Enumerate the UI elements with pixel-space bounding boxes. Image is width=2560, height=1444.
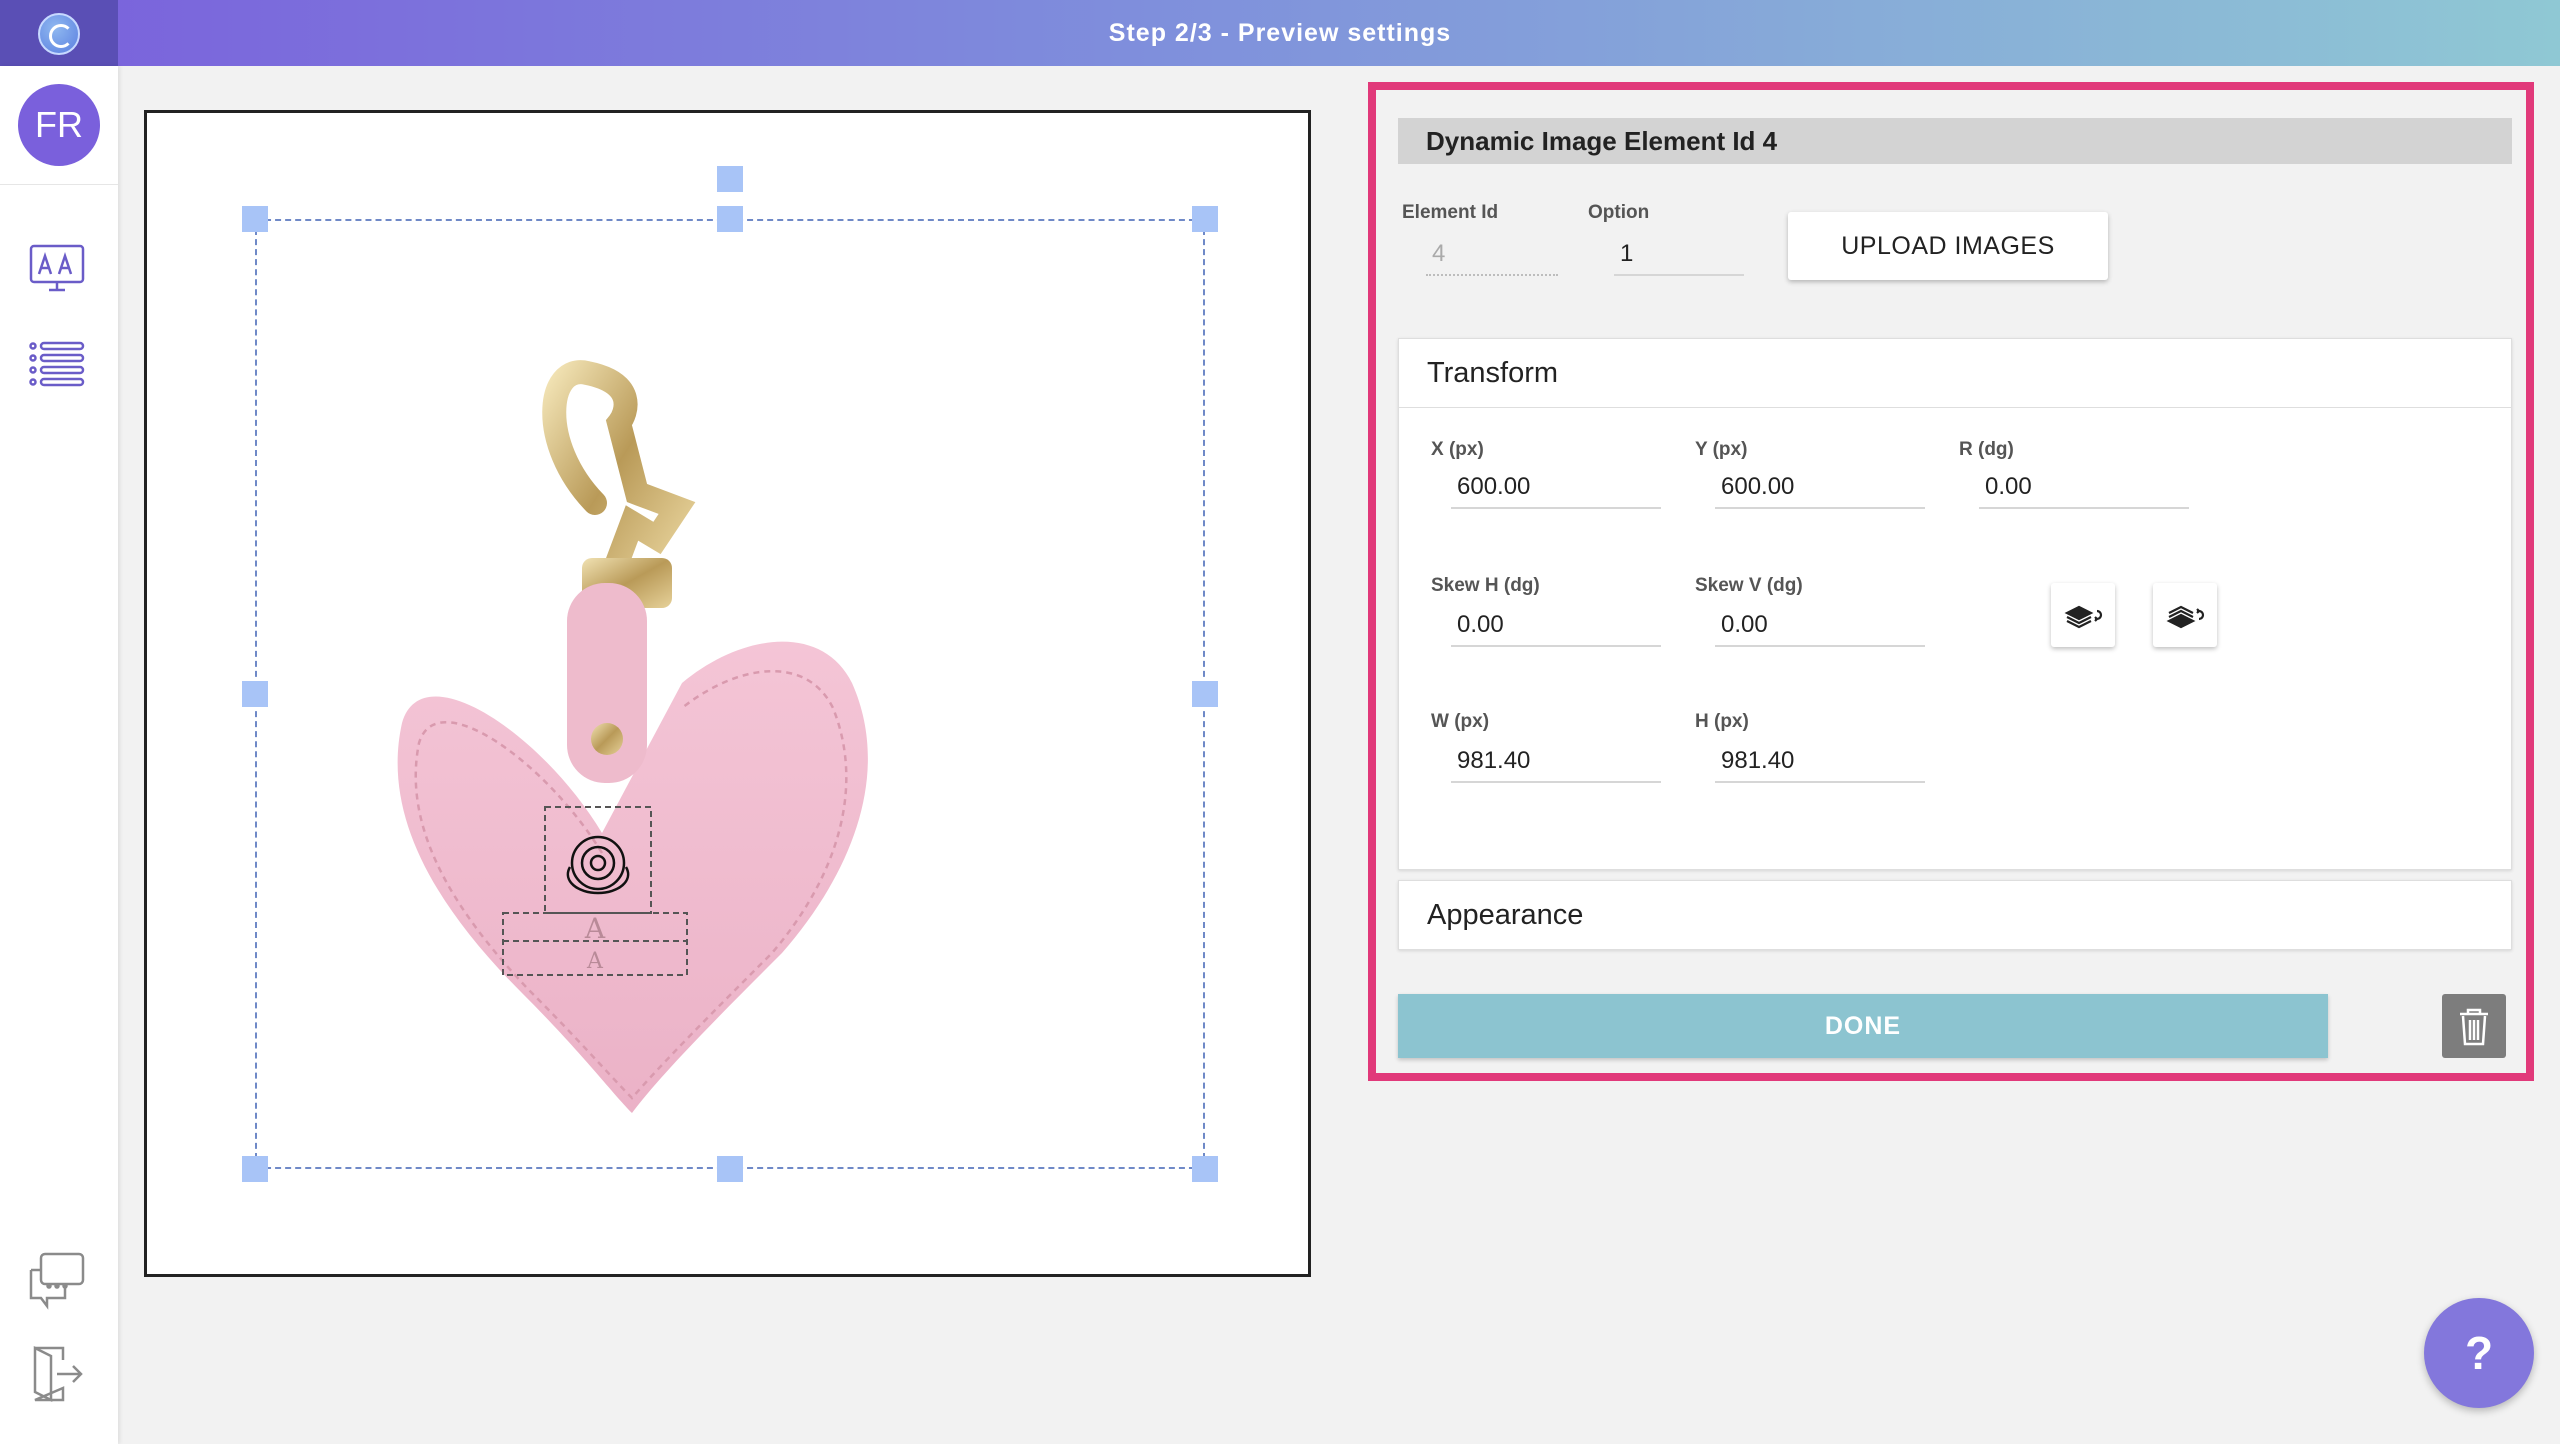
top-bar: Step 2/3 - Preview settings — [0, 0, 2560, 66]
done-button[interactable]: DONE — [1398, 994, 2328, 1058]
selection-box[interactable] — [255, 219, 1205, 1169]
h-label: H (px) — [1695, 711, 1749, 732]
option-field[interactable]: 1 — [1614, 234, 1744, 276]
x-input[interactable]: 600.00 — [1451, 467, 1661, 509]
transform-title[interactable]: Transform — [1427, 339, 1558, 407]
r-label: R (dg) — [1959, 439, 2014, 460]
logout-door-icon[interactable] — [27, 1344, 87, 1404]
delete-button[interactable] — [2442, 994, 2506, 1058]
layer-up-button[interactable] — [2153, 583, 2217, 647]
w-input[interactable]: 981.40 — [1451, 741, 1661, 783]
appearance-title: Appearance — [1427, 899, 1584, 931]
skew-v-input[interactable]: 0.00 — [1715, 605, 1925, 647]
resize-handle-bottom-right[interactable] — [1192, 1156, 1218, 1182]
skew-h-input[interactable]: 0.00 — [1451, 605, 1661, 647]
layer-down-button[interactable] — [2051, 583, 2115, 647]
sidebar-divider — [0, 184, 118, 185]
help-button[interactable]: ? — [2424, 1298, 2534, 1408]
design-monitor-icon[interactable] — [27, 238, 87, 298]
element-id-label: Element Id — [1402, 202, 1499, 223]
resize-handle-left[interactable] — [242, 681, 268, 707]
y-label: Y (px) — [1695, 439, 1748, 460]
element-settings-panel: Dynamic Image Element Id 4 Element Id 4 … — [1368, 82, 2534, 1081]
sidebar: FR — [0, 66, 118, 1444]
resize-handle-top-left[interactable] — [242, 206, 268, 232]
transform-section: Transform X (px) 600.00 Y (px) 600.00 R … — [1398, 338, 2512, 870]
upload-images-button[interactable]: UPLOAD IMAGES — [1788, 212, 2108, 280]
trash-icon — [2460, 1008, 2488, 1046]
resize-handle-bottom-left[interactable] — [242, 1156, 268, 1182]
chat-icon[interactable] — [27, 1250, 87, 1310]
y-input[interactable]: 600.00 — [1715, 467, 1925, 509]
skew-h-label: Skew H (dg) — [1431, 575, 1540, 596]
element-id-field: 4 — [1426, 234, 1558, 276]
layer-up-icon — [2166, 605, 2205, 629]
option-label: Option — [1588, 202, 1650, 223]
w-label: W (px) — [1431, 711, 1490, 732]
panel-title: Dynamic Image Element Id 4 — [1398, 118, 2512, 164]
resize-handle-bottom[interactable] — [717, 1156, 743, 1182]
page-title: Step 2/3 - Preview settings — [1108, 19, 1452, 47]
rotate-handle[interactable] — [717, 166, 743, 192]
resize-handle-top-right[interactable] — [1192, 206, 1218, 232]
r-input[interactable]: 0.00 — [1979, 467, 2189, 509]
x-label: X (px) — [1431, 439, 1484, 460]
section-divider — [1399, 407, 2511, 408]
preview-canvas[interactable]: A A — [144, 110, 1311, 1277]
skew-v-label: Skew V (dg) — [1695, 575, 1803, 596]
resize-handle-right[interactable] — [1192, 681, 1218, 707]
appearance-section[interactable]: Appearance — [1398, 880, 2512, 950]
list-icon[interactable] — [27, 334, 87, 394]
layer-down-icon — [2064, 605, 2103, 629]
resize-handle-top[interactable] — [717, 206, 743, 232]
h-input[interactable]: 981.40 — [1715, 741, 1925, 783]
avatar[interactable]: FR — [18, 84, 100, 166]
